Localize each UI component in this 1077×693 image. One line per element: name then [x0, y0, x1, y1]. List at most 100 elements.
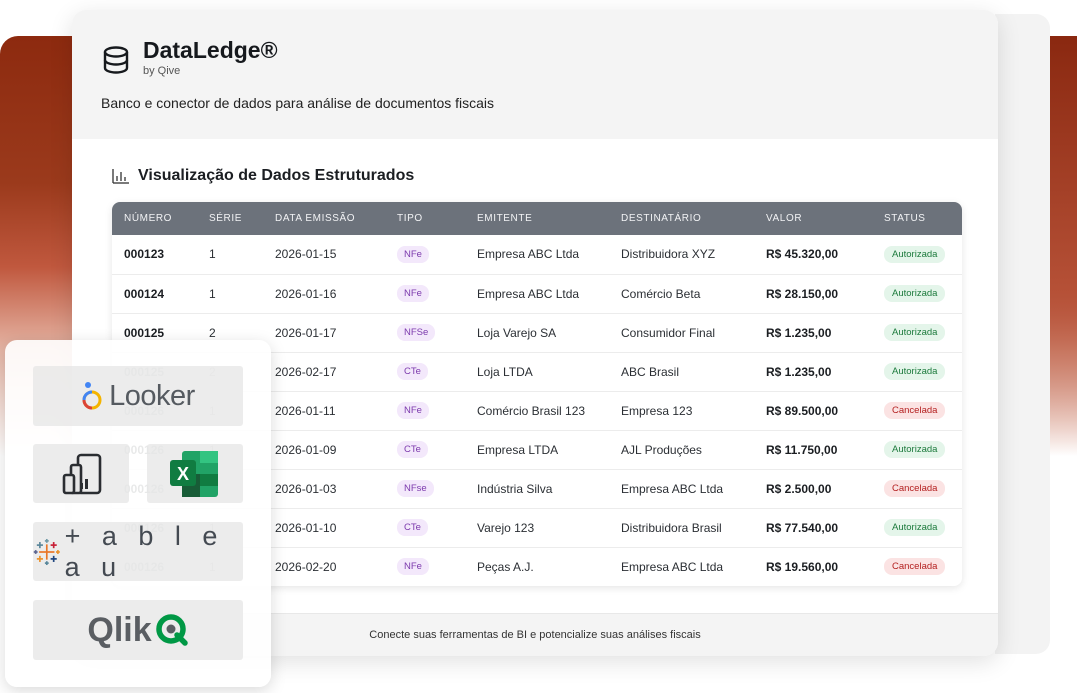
- cell-tipo: CTe: [385, 430, 465, 469]
- cell-status: Autorizada: [872, 352, 962, 391]
- column-header-destinatario[interactable]: DESTINATÁRIO: [609, 202, 754, 235]
- table-header-row: NÚMERO SÉRIE DATA EMISSÃO TIPO EMITENTE …: [112, 202, 962, 235]
- cell-emitente: Varejo 123: [477, 520, 535, 535]
- cell-status: Autorizada: [872, 235, 962, 274]
- column-header-tipo[interactable]: TIPO: [385, 202, 465, 235]
- excel-icon: X: [170, 450, 218, 497]
- looker-label: Looker: [109, 379, 195, 412]
- background-card-shadow: [995, 14, 1050, 654]
- tableau-tile[interactable]: + a b l e a u: [33, 520, 243, 582]
- cell-valor: R$ 45.320,00: [766, 247, 839, 262]
- status-badge: Autorizada: [884, 441, 946, 458]
- cell-data-emissao: 2026-01-11: [275, 403, 336, 418]
- cell-serie: 1: [209, 286, 216, 301]
- cell-data-emissao: 2026-02-17: [275, 364, 337, 379]
- cell-status: Autorizada: [872, 508, 962, 547]
- qlik-q-icon: [155, 614, 188, 646]
- table-row[interactable]: 000123 1 2026-01-15 NFe Empresa ABC Ltda Dist…: [112, 235, 962, 274]
- cell-valor: R$ 2.500,00: [766, 481, 832, 496]
- excel-letter: X: [177, 464, 189, 484]
- status-badge: Autorizada: [884, 285, 946, 302]
- tableau-icon: [33, 538, 60, 565]
- cell-tipo: NFe: [385, 391, 465, 430]
- cell-status: Autorizada: [872, 430, 962, 469]
- column-header-data[interactable]: DATA EMISSÃO: [263, 202, 385, 235]
- cell-valor: R$ 1.235,00: [766, 364, 832, 379]
- type-badge: NFse: [397, 480, 434, 497]
- card-header: DataLedge® by Qive Banco e conector de d…: [72, 10, 998, 139]
- column-header-status[interactable]: STATUS: [872, 202, 962, 235]
- cell-valor: R$ 1.235,00: [766, 325, 832, 340]
- column-header-serie[interactable]: SÉRIE: [197, 202, 263, 235]
- excel-tile[interactable]: X: [147, 444, 243, 503]
- brand-name: DataLedge®: [143, 37, 278, 63]
- cell-emitente: Indústria Silva: [477, 481, 553, 496]
- cell-data-emissao: 2026-01-16: [275, 286, 337, 301]
- cell-emitente: Empresa ABC Ltda: [477, 286, 580, 301]
- status-badge: Autorizada: [884, 245, 946, 263]
- status-badge: Autorizada: [884, 324, 946, 341]
- qlik-label: Qlik: [87, 610, 152, 649]
- cell-status: Cancelada: [872, 547, 962, 586]
- cell-status: Cancelada: [872, 391, 962, 430]
- type-badge: CTe: [397, 519, 428, 536]
- status-badge: Cancelada: [884, 402, 946, 419]
- tagline: Banco e conector de dados para análise d…: [101, 95, 495, 111]
- powerbi-icon: [62, 453, 102, 494]
- cell-destinatario: Consumidor Final: [621, 325, 716, 340]
- column-header-valor[interactable]: VALOR: [754, 202, 872, 235]
- cell-tipo: CTe: [385, 352, 465, 391]
- cell-data-emissao: 2026-02-20: [275, 559, 337, 574]
- cell-status: Cancelada: [872, 469, 962, 508]
- cell-tipo: NFe: [385, 274, 465, 313]
- cell-tipo: NFe: [385, 547, 465, 586]
- cell-status: Autorizada: [872, 313, 962, 352]
- bar-chart-icon: [112, 169, 129, 184]
- qlik-tile[interactable]: Qlik: [33, 600, 243, 660]
- cell-emitente: Peças A.J.: [477, 559, 534, 574]
- brand: DataLedge® by Qive: [101, 36, 998, 77]
- looker-tile[interactable]: Looker: [33, 366, 243, 426]
- cell-data-emissao: 2026-01-09: [275, 442, 337, 457]
- cell-destinatario: ABC Brasil: [621, 364, 680, 379]
- type-badge: NFe: [397, 558, 429, 575]
- cell-status: Autorizada: [872, 274, 962, 313]
- cell-tipo: NFse: [385, 469, 465, 508]
- cell-destinatario: Comércio Beta: [621, 286, 701, 301]
- cell-tipo: NFe: [385, 235, 465, 274]
- cell-destinatario: Empresa ABC Ltda: [621, 481, 724, 496]
- type-badge: NFe: [397, 245, 429, 263]
- column-header-numero[interactable]: NÚMERO: [112, 202, 197, 235]
- cell-emitente: Empresa LTDA: [477, 442, 559, 457]
- cell-destinatario: Empresa 123: [621, 403, 693, 418]
- cell-tipo: CTe: [385, 508, 465, 547]
- tableau-label: + a b l e a u: [64, 520, 225, 582]
- cell-emitente: Loja Varejo SA: [477, 325, 557, 340]
- bi-tools-panel: Looker X + a b l e a u Qlik: [5, 340, 271, 687]
- cell-destinatario: Empresa ABC Ltda: [621, 559, 724, 574]
- brand-byline: by Qive: [143, 65, 181, 77]
- cell-emitente: Empresa ABC Ltda: [477, 247, 580, 262]
- table-row[interactable]: 000124 1 2026-01-16 NFe Empresa ABC Ltda Comé…: [112, 274, 962, 313]
- background-right-edge: [1047, 36, 1077, 456]
- cell-valor: R$ 19.560,00: [766, 559, 839, 574]
- status-badge: Autorizada: [884, 519, 946, 536]
- cell-valor: R$ 28.150,00: [766, 286, 839, 301]
- type-badge: NFe: [397, 402, 429, 419]
- cell-emitente: Loja LTDA: [477, 364, 533, 379]
- database-icon: [103, 46, 129, 74]
- cell-numero: 000123: [124, 247, 165, 262]
- cell-destinatario: Distribuidora XYZ: [621, 247, 716, 262]
- column-header-emitente[interactable]: EMITENTE: [465, 202, 609, 235]
- status-badge: Cancelada: [884, 558, 946, 575]
- cell-valor: R$ 77.540,00: [766, 520, 839, 535]
- section-title: Visualização de Dados Estruturados: [112, 167, 414, 185]
- cell-data-emissao: 2026-01-10: [275, 520, 337, 535]
- powerbi-tile[interactable]: [33, 444, 129, 503]
- cell-emitente: Comércio Brasil 123: [477, 403, 586, 418]
- cell-valor: R$ 11.750,00: [766, 442, 838, 457]
- type-badge: NFSe: [397, 324, 436, 341]
- status-badge: Autorizada: [884, 363, 946, 380]
- cell-data-emissao: 2026-01-15: [275, 247, 337, 262]
- cell-numero: 000124: [124, 286, 165, 301]
